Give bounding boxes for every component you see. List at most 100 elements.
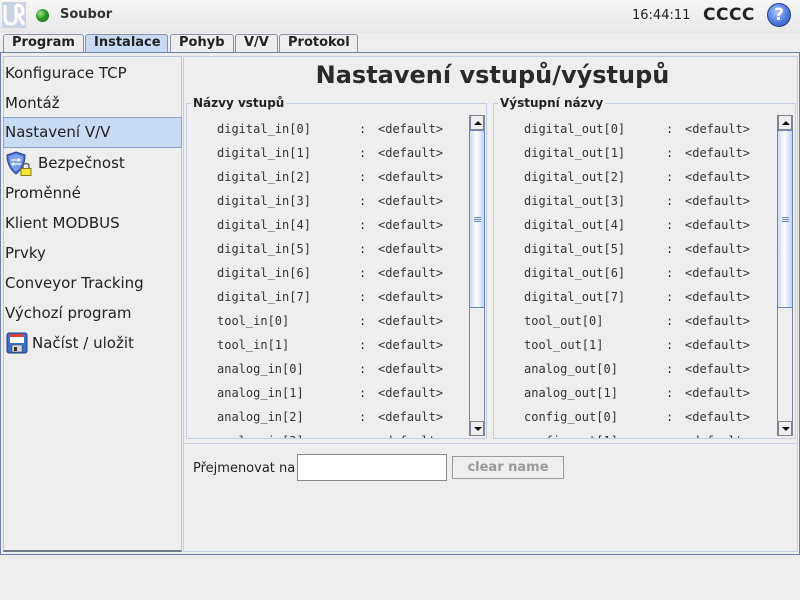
io-name: digital_in[5] bbox=[217, 242, 311, 256]
input-name-row[interactable]: digital_in[6]: <default> bbox=[187, 262, 468, 286]
clock: 16:44:11 bbox=[632, 8, 691, 23]
separator: : bbox=[359, 170, 367, 184]
tab-io[interactable]: V/V bbox=[235, 34, 278, 52]
rename-label: Přejmenovat na bbox=[193, 461, 296, 476]
scroll-thumb[interactable] bbox=[469, 130, 485, 308]
input-name-row[interactable]: tool_in[1]: <default> bbox=[187, 334, 468, 358]
arrow-up-icon bbox=[474, 121, 482, 125]
tab-program[interactable]: Program bbox=[3, 34, 84, 52]
scroll-down-button[interactable] bbox=[470, 421, 484, 436]
io-name: analog_in[1] bbox=[217, 386, 304, 400]
separator: : bbox=[359, 362, 367, 376]
sidebar-item-safety[interactable]: Bezpečnost bbox=[4, 148, 183, 178]
sidebar-item-features[interactable]: Prvky bbox=[4, 238, 183, 268]
scroll-down-button[interactable] bbox=[778, 421, 792, 436]
output-name-row[interactable]: config_out[0]: <default> bbox=[494, 406, 777, 430]
input-name-row[interactable]: digital_in[7]: <default> bbox=[187, 286, 468, 310]
separator: : bbox=[666, 194, 674, 208]
sidebar-item-label: Montáž bbox=[5, 94, 60, 112]
sidebar-item-label: Klient MODBUS bbox=[5, 214, 120, 232]
input-name-row[interactable]: tool_in[0]: <default> bbox=[187, 310, 468, 334]
separator: : bbox=[666, 434, 673, 438]
output-name-row[interactable]: digital_out[3]: <default> bbox=[494, 190, 777, 214]
sidebar-item-tcp-config[interactable]: Konfigurace TCP bbox=[4, 58, 183, 88]
sidebar-item-io-setup[interactable]: Nastavení V/V bbox=[3, 117, 182, 148]
io-custom-name: <default> bbox=[685, 170, 751, 184]
input-name-row[interactable]: analog_in[3]: <default> bbox=[187, 430, 468, 438]
io-name: config_out[1] bbox=[524, 434, 618, 438]
io-name: analog_in[0] bbox=[217, 362, 304, 376]
input-name-row[interactable]: digital_in[0]: <default> bbox=[187, 118, 468, 142]
io-name: tool_in[1] bbox=[217, 338, 290, 352]
output-name-row[interactable]: analog_out[1]: <default> bbox=[494, 382, 777, 406]
io-custom-name: <default> bbox=[685, 410, 751, 424]
separator: : bbox=[666, 362, 674, 376]
io-custom-name: <default> bbox=[685, 146, 751, 160]
tab-move[interactable]: Pohyb bbox=[170, 34, 234, 52]
io-custom-name: <default> bbox=[685, 194, 751, 208]
separator: : bbox=[359, 434, 366, 438]
io-name: tool_out[1] bbox=[524, 338, 604, 352]
input-name-row[interactable]: digital_in[5]: <default> bbox=[187, 238, 468, 262]
floppy-disk-icon bbox=[6, 332, 28, 354]
clear-name-button[interactable]: clear name bbox=[452, 456, 564, 479]
page-title: Nastavení vstupů/výstupů bbox=[315, 61, 670, 89]
scroll-thumb[interactable] bbox=[777, 130, 793, 308]
input-name-row[interactable]: digital_in[3]: <default> bbox=[187, 190, 468, 214]
ur-logo-icon[interactable] bbox=[2, 2, 26, 28]
io-custom-name: <default> bbox=[685, 242, 751, 256]
output-names-group: Výstupní názvy digital_out[0]: <default> d… bbox=[493, 96, 796, 439]
output-name-row[interactable]: digital_out[5]: <default> bbox=[494, 238, 777, 262]
sidebar-item-conveyor-tracking[interactable]: Conveyor Tracking bbox=[4, 268, 183, 298]
io-custom-name: <default> bbox=[685, 266, 751, 280]
sidebar-item-label: Conveyor Tracking bbox=[5, 274, 144, 292]
input-name-row[interactable]: analog_in[1]: <default> bbox=[187, 382, 468, 406]
rename-input[interactable] bbox=[297, 454, 447, 481]
output-list-scrollbar[interactable] bbox=[777, 115, 793, 436]
output-name-row[interactable]: config_out[1]: <default> bbox=[494, 430, 777, 438]
separator: : bbox=[666, 290, 674, 304]
io-custom-name: <default> bbox=[378, 218, 444, 232]
input-names-title: Názvy vstupů bbox=[191, 96, 287, 110]
file-menu[interactable]: Soubor bbox=[60, 7, 112, 22]
io-custom-name: <default> bbox=[378, 170, 444, 184]
sidebar-item-modbus-client[interactable]: Klient MODBUS bbox=[4, 208, 183, 238]
input-name-row[interactable]: digital_in[2]: <default> bbox=[187, 166, 468, 190]
sidebar-item-default-program[interactable]: Výchozí program bbox=[4, 298, 183, 328]
input-name-row[interactable]: digital_in[1]: <default> bbox=[187, 142, 468, 166]
output-name-row[interactable]: tool_out[1]: <default> bbox=[494, 334, 777, 358]
separator: : bbox=[666, 242, 674, 256]
tab-installation[interactable]: Instalace bbox=[85, 34, 168, 52]
help-icon[interactable]: ? bbox=[767, 3, 791, 27]
output-name-row[interactable]: digital_out[2]: <default> bbox=[494, 166, 777, 190]
input-name-row[interactable]: digital_in[4]: <default> bbox=[187, 214, 468, 238]
output-name-row[interactable]: tool_out[0]: <default> bbox=[494, 310, 777, 334]
input-name-row[interactable]: analog_in[0]: <default> bbox=[187, 358, 468, 382]
input-list-scrollbar[interactable] bbox=[469, 115, 485, 436]
output-name-row[interactable]: analog_out[0]: <default> bbox=[494, 358, 777, 382]
sidebar-item-load-save[interactable]: Načíst / uložit bbox=[4, 328, 183, 358]
output-name-row[interactable]: digital_out[0]: <default> bbox=[494, 118, 777, 142]
input-name-row[interactable]: analog_in[2]: <default> bbox=[187, 406, 468, 430]
sidebar-item-label: Konfigurace TCP bbox=[5, 64, 127, 82]
sidebar-item-variables[interactable]: Proměnné bbox=[4, 178, 183, 208]
output-names-list: digital_out[0]: <default> digital_out[1]: <… bbox=[494, 112, 777, 438]
arrow-down-icon bbox=[782, 427, 790, 431]
sidebar-item-mounting[interactable]: Montáž bbox=[4, 88, 183, 118]
separator: : bbox=[666, 266, 674, 280]
main-tabs: Program Instalace Pohyb V/V Protokol bbox=[0, 33, 800, 52]
scroll-up-button[interactable] bbox=[778, 115, 792, 130]
output-name-row[interactable]: digital_out[4]: <default> bbox=[494, 214, 777, 238]
robot-status-icon[interactable] bbox=[36, 9, 49, 22]
output-name-row[interactable]: digital_out[1]: <default> bbox=[494, 142, 777, 166]
grip-icon bbox=[782, 217, 789, 218]
scroll-up-button[interactable] bbox=[470, 115, 484, 130]
io-custom-name: <default> bbox=[378, 266, 444, 280]
sidebar: Konfigurace TCP Montáž Nastavení V/V Bez… bbox=[3, 56, 182, 552]
output-name-row[interactable]: digital_out[7]: <default> bbox=[494, 286, 777, 310]
output-name-row[interactable]: digital_out[6]: <default> bbox=[494, 262, 777, 286]
tab-log[interactable]: Protokol bbox=[279, 34, 358, 52]
io-name: analog_out[0] bbox=[524, 362, 618, 376]
output-names-title: Výstupní názvy bbox=[498, 96, 606, 110]
sidebar-item-label: Načíst / uložit bbox=[32, 334, 134, 352]
